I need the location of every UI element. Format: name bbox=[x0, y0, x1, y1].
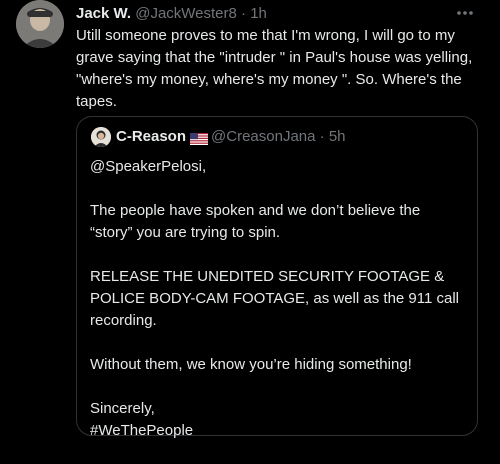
quoted-author-avatar[interactable] bbox=[91, 127, 111, 147]
tweet-text: Utill someone proves to me that I'm wron… bbox=[76, 27, 473, 110]
tweet[interactable]: Jack W. @JackWester8 · 1h Utill someone … bbox=[0, 0, 500, 439]
quoted-author-handle[interactable]: @CreasonJana bbox=[211, 127, 315, 147]
quoted-paragraph: The people have spoken and we don’t beli… bbox=[90, 202, 421, 241]
quoted-paragraph: @SpeakerPelosi, bbox=[90, 158, 207, 175]
quoted-paragraph: Sincerely, bbox=[90, 400, 155, 417]
quoted-tweet-text: @SpeakerPelosi, The people have spoken a… bbox=[90, 156, 465, 464]
author-handle[interactable]: @JackWester8 bbox=[135, 5, 237, 22]
tweet-header: Jack W. @JackWester8 · 1h bbox=[76, 4, 267, 24]
quoted-paragraph: RELEASE THE UNEDITED SECURITY FOOTAGE & … bbox=[90, 268, 460, 329]
us-flag-icon bbox=[190, 131, 209, 145]
quoted-timestamp[interactable]: 5h bbox=[329, 127, 346, 147]
author-avatar[interactable] bbox=[16, 0, 64, 48]
quoted-paragraph: Without them, we know you’re hiding some… bbox=[90, 356, 412, 373]
timestamp[interactable]: 1h bbox=[250, 5, 267, 22]
quoted-tweet-header: C-Reason @CreasonJana · 5h bbox=[91, 127, 346, 147]
author-name[interactable]: Jack W. bbox=[76, 5, 131, 22]
dot-separator: · bbox=[241, 5, 247, 22]
dot-separator: · bbox=[319, 128, 325, 145]
more-horizontal-icon[interactable] bbox=[456, 2, 474, 18]
quoted-author-name[interactable]: C-Reason bbox=[116, 127, 186, 147]
quoted-tweet[interactable]: C-Reason @CreasonJana · 5h @SpeakerPelos… bbox=[76, 116, 478, 439]
hashtag-link[interactable]: #WeThePeople bbox=[90, 420, 465, 442]
